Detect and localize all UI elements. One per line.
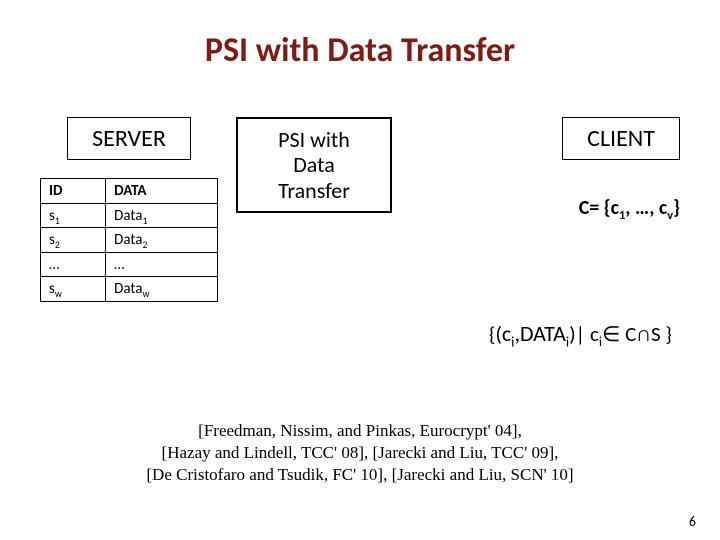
table-row: sw Dataw	[41, 277, 218, 302]
client-label: CLIENT	[562, 117, 680, 160]
cell-sub: w	[142, 288, 149, 300]
cell: sw	[41, 277, 106, 302]
c-i2: ci	[590, 321, 602, 347]
table-row: s1 Data1	[41, 203, 218, 228]
slide-title: PSI with Data Transfer	[40, 30, 680, 71]
middle-column: PSI with Data Transfer	[236, 117, 392, 213]
ref-line: [Hazay and Lindell, TCC' 08], [Jarecki a…	[0, 442, 720, 464]
server-column: SERVER ID DATA s1 Data1 s2 Data2 … …	[40, 117, 218, 302]
txt: )|	[569, 321, 590, 347]
txt: C= {c	[579, 196, 619, 220]
cell: …	[106, 252, 218, 277]
txt: , …, c	[625, 196, 667, 220]
th-data: DATA	[106, 179, 218, 204]
cell: Data1	[106, 203, 218, 228]
result-formula: {(ci,DATAi)| ci∈ C∩S }	[489, 320, 672, 347]
psi-line2: Data Transfer	[256, 152, 372, 203]
txt: {(	[489, 321, 502, 347]
ref-line: [De Cristofaro and Tsudik, FC' 10], [Jar…	[0, 464, 720, 486]
txt: }	[673, 196, 680, 220]
cell-sub: 2	[55, 239, 60, 251]
content-row: SERVER ID DATA s1 Data1 s2 Data2 … …	[40, 117, 680, 302]
txt: c	[502, 320, 511, 347]
client-column: CLIENT C= {c1, …, cv}	[410, 117, 680, 220]
ref-line: [Freedman, Nissim, and Pinkas, Eurocrypt…	[0, 420, 720, 442]
page-number: 6	[689, 513, 696, 530]
cell-sub: 1	[142, 215, 147, 227]
th-id: ID	[41, 179, 106, 204]
server-table: ID DATA s1 Data1 s2 Data2 … … sw Dataw	[40, 178, 218, 302]
slide: PSI with Data Transfer SERVER ID DATA s1…	[0, 0, 720, 540]
psi-line1: PSI with	[256, 127, 372, 152]
c-i: ci	[502, 320, 515, 347]
psi-box: PSI with Data Transfer	[236, 117, 392, 213]
data-i: DATAi	[520, 320, 569, 347]
cell: Dataw	[106, 277, 218, 302]
cell-base: Data	[114, 207, 142, 225]
elem-of: ∈	[602, 321, 625, 347]
cell: s2	[41, 228, 106, 253]
cell: …	[41, 252, 106, 277]
txt: DATA	[520, 320, 566, 347]
table-row: s2 Data2	[41, 228, 218, 253]
cell-sub: 1	[55, 215, 60, 227]
references: [Freedman, Nissim, and Pinkas, Eurocrypt…	[0, 420, 720, 486]
txt: C∩S }	[625, 321, 672, 347]
server-label: SERVER	[67, 117, 191, 160]
cell: s1	[41, 203, 106, 228]
table-header-row: ID DATA	[41, 179, 218, 204]
cell: Data2	[106, 228, 218, 253]
client-set-formula: C= {c1, …, cv}	[579, 196, 680, 220]
cell-base: Data	[114, 280, 142, 298]
table-row: … …	[41, 252, 218, 277]
cell-sub: w	[55, 288, 62, 300]
cell-sub: 2	[142, 239, 147, 251]
cell-base: Data	[114, 231, 142, 249]
txt: c	[590, 321, 599, 347]
